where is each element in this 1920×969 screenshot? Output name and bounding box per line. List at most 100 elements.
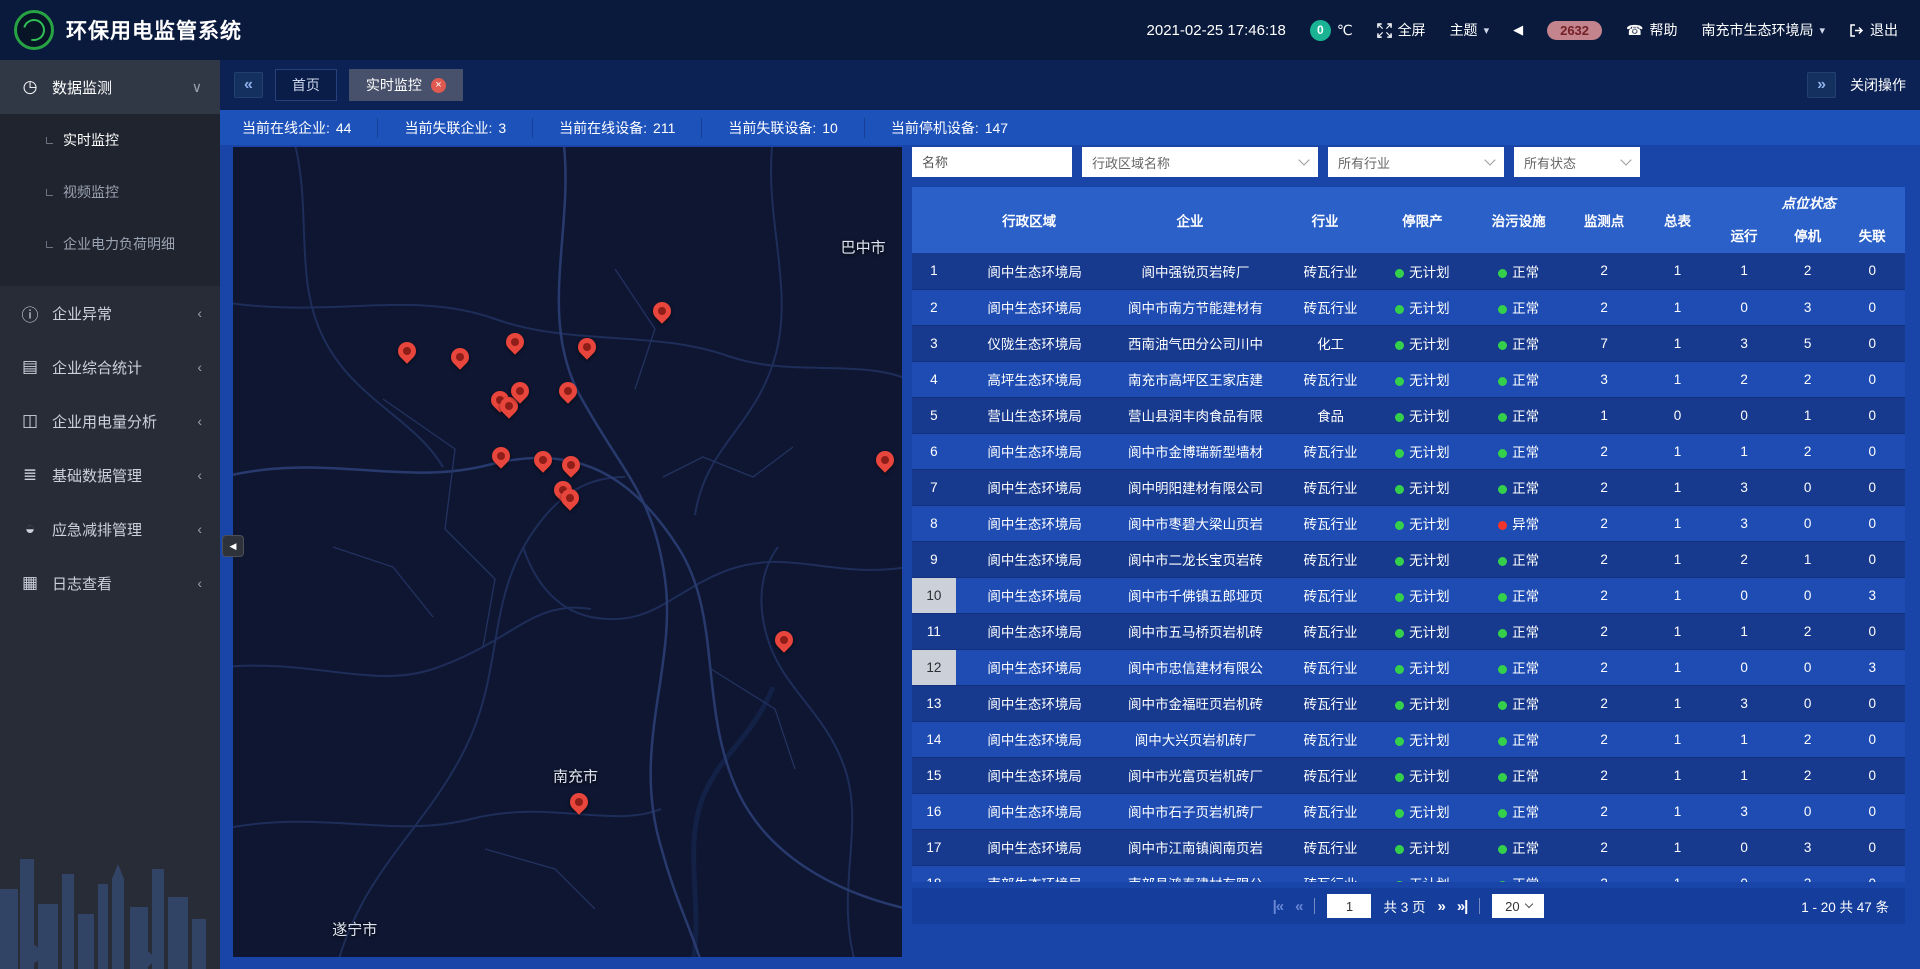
last-page-button[interactable]: »|	[1457, 898, 1468, 915]
help-button[interactable]: ☎ 帮助	[1626, 20, 1677, 40]
pagination-range-label: 1 - 20 共 47 条	[1801, 896, 1889, 916]
cell-stopped: 0	[1776, 649, 1840, 685]
notification-widget[interactable]: ◀	[1513, 22, 1523, 38]
sidebar-item-3[interactable]: ◫企业用电量分析‹	[0, 394, 220, 448]
map-pin-icon[interactable]	[772, 627, 797, 652]
status-dot-icon	[1395, 773, 1404, 782]
table-row[interactable]: 5营山生态环境局营山县润丰肉食品有限食品无计划正常10010	[912, 397, 1905, 433]
tick-icon	[46, 137, 53, 144]
cell-limit-production: 无计划	[1373, 721, 1472, 757]
tab-bar: « 首页 实时监控 × » 关闭操作	[220, 60, 1920, 110]
temperature-badge: 0	[1310, 20, 1331, 41]
cell-region: 南部生态环境局	[956, 865, 1103, 882]
col-facility: 治污设施	[1472, 187, 1565, 253]
sidebar-item-1[interactable]: ⓘ企业异常‹	[0, 286, 220, 340]
cell-monitor-points: 2	[1565, 505, 1642, 541]
close-tab-icon[interactable]: ×	[431, 78, 446, 93]
sidebar-item-6[interactable]: ▦日志查看‹	[0, 556, 220, 610]
speaker-icon: ◀	[1513, 22, 1523, 38]
close-operations-button[interactable]: 关闭操作	[1850, 75, 1906, 95]
sidebar-item-5[interactable]: ◒应急减排管理‹	[0, 502, 220, 556]
table-row[interactable]: 15阆中生态环境局阆中市光富页岩机砖厂砖瓦行业无计划正常21120	[912, 757, 1905, 793]
industry-filter-select[interactable]: 所有行业	[1328, 147, 1504, 177]
theme-select[interactable]: 主题 ▾	[1450, 20, 1490, 40]
map-pin-icon[interactable]	[530, 447, 555, 472]
table-row[interactable]: 6阆中生态环境局阆中市金博瑞新型墙材砖瓦行业无计划正常21120	[912, 433, 1905, 469]
status-dot-icon	[1395, 449, 1404, 458]
cell-stopped: 2	[1776, 757, 1840, 793]
cell-stopped: 1	[1776, 541, 1840, 577]
map-pin-icon[interactable]	[489, 443, 514, 468]
cell-running: 1	[1712, 433, 1776, 469]
table-row[interactable]: 13阆中生态环境局阆中市金福旺页岩机砖砖瓦行业无计划正常21300	[912, 685, 1905, 721]
alert-count-badge[interactable]: 2632	[1547, 21, 1602, 40]
region-filter-select[interactable]: 行政区域名称	[1082, 147, 1318, 177]
region-filter-value: 行政区域名称	[1092, 153, 1170, 172]
tab-realtime-monitor[interactable]: 实时监控 ×	[349, 69, 463, 101]
fullscreen-button[interactable]: 全屏	[1377, 20, 1426, 40]
page-size-select[interactable]: 20	[1492, 894, 1544, 918]
cell-stopped: 2	[1776, 253, 1840, 289]
sidebar-subitem[interactable]: 视频监控	[0, 166, 220, 218]
map-pin-icon[interactable]	[502, 329, 527, 354]
sidebar-item-2[interactable]: ▤企业综合统计‹	[0, 340, 220, 394]
tab-home[interactable]: 首页	[275, 69, 337, 101]
status-filter-select[interactable]: 所有状态	[1514, 147, 1640, 177]
sidebar-subitem[interactable]: 实时监控	[0, 114, 220, 166]
map-panel: 巴中市南充市遂宁市 ◀	[233, 147, 902, 957]
table-row[interactable]: 12阆中生态环境局阆中市忠信建材有限公砖瓦行业无计划正常21003	[912, 649, 1905, 685]
first-page-button[interactable]: |«	[1273, 898, 1284, 915]
table-row[interactable]: 1阆中生态环境局阆中强锐页岩砖厂砖瓦行业无计划正常21120	[912, 253, 1905, 289]
table-row[interactable]: 18南部生态环境局南部县鸿泰建材有限公砖瓦行业无计划正常21030	[912, 865, 1905, 882]
table-row[interactable]: 8阆中生态环境局阆中市枣碧大梁山页岩砖瓦行业无计划异常21300	[912, 505, 1905, 541]
name-filter-input[interactable]	[912, 147, 1072, 177]
table-row[interactable]: 16阆中生态环境局阆中市石子页岩机砖厂砖瓦行业无计划正常21300	[912, 793, 1905, 829]
table-row[interactable]: 3仪陇生态环境局西南油气田分公司川中化工无计划正常71350	[912, 325, 1905, 361]
map-collapse-button[interactable]: ◀	[222, 535, 244, 557]
cell-stopped: 3	[1776, 829, 1840, 865]
prev-page-button[interactable]: «	[1295, 898, 1302, 915]
cell-limit-production: 无计划	[1373, 325, 1472, 361]
table-row[interactable]: 10阆中生态环境局阆中市千佛镇五郎垭页砖瓦行业无计划正常21003	[912, 577, 1905, 613]
map-pin-icon[interactable]	[394, 338, 419, 363]
map-city-label: 遂宁市	[332, 919, 377, 940]
sidebar-submenu: 实时监控视频监控企业电力负荷明细	[0, 114, 220, 286]
cell-limit-production: 无计划	[1373, 649, 1472, 685]
status-dot-icon	[1395, 881, 1404, 882]
map-pin-icon[interactable]	[574, 334, 599, 359]
cell-company: 阆中市二龙长宝页岩砖	[1103, 541, 1278, 577]
table-row[interactable]: 2阆中生态环境局阆中市南方节能建材有砖瓦行业无计划正常21030	[912, 289, 1905, 325]
cell-industry: 砖瓦行业	[1277, 757, 1372, 793]
page-number-input[interactable]	[1327, 894, 1371, 918]
tabs-scroll-right-button[interactable]: »	[1807, 72, 1836, 97]
sidebar-item-4[interactable]: ≣基础数据管理‹	[0, 448, 220, 502]
sidebar-item-0[interactable]: ◷数据监测∨	[0, 60, 220, 114]
table-row[interactable]: 17阆中生态环境局阆中市江南镇阆南页岩砖瓦行业无计划正常21030	[912, 829, 1905, 865]
map-pin-icon[interactable]	[555, 378, 580, 403]
map-pin-icon[interactable]	[448, 344, 473, 369]
chevron-down-icon	[1484, 154, 1495, 165]
org-select[interactable]: 南充市生态环境局 ▾	[1701, 20, 1825, 40]
tabs-scroll-left-button[interactable]: «	[234, 72, 263, 97]
table-row[interactable]: 14阆中生态环境局阆中大兴页岩机砖厂砖瓦行业无计划正常21120	[912, 721, 1905, 757]
stat-item: 当前失联设备:10	[701, 118, 863, 138]
cell-limit-production: 无计划	[1373, 685, 1472, 721]
cell-pollution-facility: 正常	[1472, 289, 1565, 325]
map-pin-icon[interactable]	[649, 298, 674, 323]
col-point-status-group: 点位状态	[1712, 187, 1905, 217]
logout-button[interactable]: 退出	[1849, 20, 1898, 40]
table-row[interactable]: 11阆中生态环境局阆中市五马桥页岩机砖砖瓦行业无计划正常21120	[912, 613, 1905, 649]
next-page-button[interactable]: »	[1438, 898, 1445, 915]
map-pin-icon[interactable]	[558, 453, 583, 478]
table-row[interactable]: 9阆中生态环境局阆中市二龙长宝页岩砖砖瓦行业无计划正常21210	[912, 541, 1905, 577]
status-dot-icon	[1395, 845, 1404, 854]
cell-stopped: 0	[1776, 469, 1840, 505]
cell-industry: 砖瓦行业	[1277, 433, 1372, 469]
map-pin-icon[interactable]	[566, 789, 591, 814]
table-row[interactable]: 7阆中生态环境局阆中明阳建材有限公司砖瓦行业无计划正常21300	[912, 469, 1905, 505]
map-pin-icon[interactable]	[873, 447, 898, 472]
table-row[interactable]: 4高坪生态环境局南充市高坪区王家店建砖瓦行业无计划正常31220	[912, 361, 1905, 397]
sidebar-subitem[interactable]: 企业电力负荷明细	[0, 218, 220, 270]
cell-total-meters: 1	[1643, 253, 1713, 289]
status-dot-icon	[1395, 593, 1404, 602]
